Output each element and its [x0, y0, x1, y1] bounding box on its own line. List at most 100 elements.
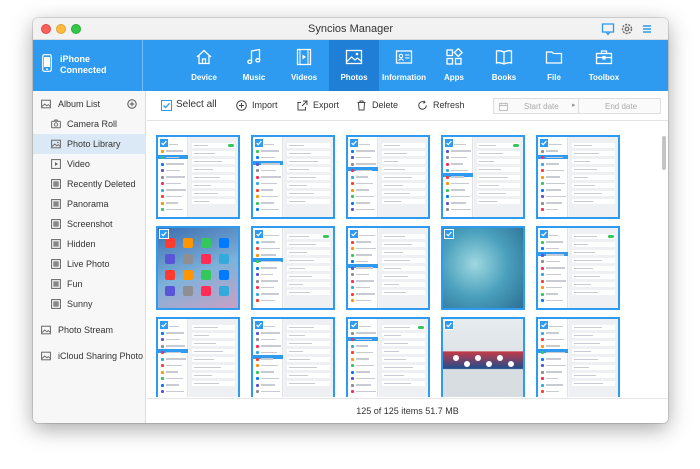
photo-checkbox[interactable]: [254, 138, 264, 148]
nav-file[interactable]: File: [529, 40, 579, 91]
settings-icon-preview: [161, 208, 164, 211]
calendar-icon: [499, 102, 508, 111]
photo-thumbnail[interactable]: [536, 317, 620, 397]
nav-toolbox-label: Toolbox: [588, 73, 620, 82]
text-line-preview: [574, 335, 593, 337]
nav-music[interactable]: Music: [229, 40, 279, 91]
text-line-preview: [479, 201, 497, 203]
add-album-icon[interactable]: [127, 99, 137, 109]
text-line-preview: [289, 252, 307, 254]
app-icon-preview: [201, 286, 211, 296]
photo-checkbox[interactable]: [159, 320, 169, 330]
text-line-preview: [194, 153, 215, 155]
sidebar-item-sunny[interactable]: Sunny: [33, 294, 146, 314]
text-line-preview: [546, 260, 560, 262]
text-line-preview: [384, 161, 398, 163]
settings-icon-preview: [351, 156, 354, 159]
feedback-icon[interactable]: [601, 22, 615, 36]
text-line-preview: [356, 390, 376, 392]
text-line-preview: [289, 169, 309, 171]
nav-videos[interactable]: Videos: [279, 40, 329, 91]
photo-checkbox[interactable]: [539, 229, 549, 239]
nav-books[interactable]: Books: [479, 40, 529, 91]
sidebar-item-label: Panorama: [67, 199, 109, 209]
text-line-preview: [356, 150, 375, 152]
sidebar-item-hidden[interactable]: Hidden: [33, 234, 146, 254]
text-line-preview: [289, 177, 316, 179]
photo-thumbnail[interactable]: [346, 226, 430, 310]
vertical-scrollbar[interactable]: [662, 136, 666, 170]
text-line-preview: [546, 273, 561, 275]
photo-thumbnail[interactable]: [251, 135, 335, 219]
text-line-preview: [166, 338, 180, 340]
photo-checkbox[interactable]: [254, 320, 264, 330]
phone-icon: [42, 54, 52, 72]
nav-information[interactable]: Information: [379, 40, 429, 91]
photo-checkbox[interactable]: [444, 320, 454, 330]
text-line-preview: [356, 364, 374, 366]
settings-icon-preview: [351, 195, 354, 198]
photo-thumbnail[interactable]: [251, 226, 335, 310]
date-range-separator-icon: ▸: [572, 102, 576, 109]
sidebar-icloud-sharing[interactable]: iCloud Sharing Photo: [33, 346, 146, 366]
settings-icon-preview: [161, 338, 164, 341]
end-date-picker[interactable]: End date: [579, 98, 661, 114]
photo-thumbnail[interactable]: [346, 135, 430, 219]
text-line-preview: [261, 195, 278, 197]
photo-checkbox[interactable]: [539, 320, 549, 330]
photo-checkbox[interactable]: [349, 229, 359, 239]
photo-checkbox[interactable]: [159, 138, 169, 148]
decoration-preview: [464, 361, 470, 367]
photo-thumbnail[interactable]: [441, 226, 525, 310]
nav-device[interactable]: Device: [179, 40, 229, 91]
settings-icon-preview: [541, 260, 544, 263]
text-line-preview: [384, 359, 406, 361]
photo-checkbox[interactable]: [539, 138, 549, 148]
photo-checkbox[interactable]: [444, 229, 454, 239]
window-title: Syncios Manager: [308, 23, 393, 35]
sidebar-item-camera-roll[interactable]: Camera Roll: [33, 114, 146, 134]
text-line-preview: [289, 284, 303, 286]
text-line-preview: [546, 390, 559, 392]
text-line-preview: [384, 383, 411, 385]
sidebar-item-photo-library[interactable]: Photo Library: [33, 134, 146, 154]
settings-icon-preview: [351, 162, 354, 166]
checkmark-icon: [161, 140, 167, 146]
text-line-preview: [384, 284, 399, 286]
photo-thumbnail[interactable]: [536, 135, 620, 219]
photo-thumbnail[interactable]: [346, 317, 430, 397]
photo-thumbnail[interactable]: [156, 226, 240, 310]
sidebar-item-screenshot[interactable]: Screenshot: [33, 214, 146, 234]
gear-icon[interactable]: [620, 22, 634, 36]
nav-toolbox[interactable]: Toolbox: [579, 40, 629, 91]
photo-thumbnail[interactable]: [156, 135, 240, 219]
settings-icon-preview: [541, 149, 544, 153]
menu-icon[interactable]: [640, 22, 654, 36]
start-date-picker[interactable]: Start date ▸: [493, 98, 579, 114]
checkmark-icon: [351, 231, 357, 237]
photo-checkbox[interactable]: [349, 320, 359, 330]
device-panel[interactable]: iPhone Connected: [33, 40, 143, 91]
photo-thumbnail[interactable]: [251, 317, 335, 397]
nav-photos[interactable]: Photos: [329, 40, 379, 91]
nav-apps[interactable]: Apps: [429, 40, 479, 91]
sidebar-item-recently-deleted[interactable]: Recently Deleted: [33, 174, 146, 194]
photo-checkbox[interactable]: [444, 138, 454, 148]
sidebar-item-video[interactable]: Video: [33, 154, 146, 174]
photo-thumbnail[interactable]: [536, 226, 620, 310]
app-icon-preview: [183, 238, 193, 248]
photo-checkbox[interactable]: [159, 229, 169, 239]
photo-thumbnail[interactable]: [441, 317, 525, 397]
sidebar-photo-stream[interactable]: Photo Stream: [33, 320, 146, 340]
photo-thumbnail[interactable]: [156, 317, 240, 397]
settings-icon-preview: [256, 260, 259, 263]
start-date-placeholder: Start date: [524, 102, 559, 111]
album-list-header[interactable]: Album List: [33, 94, 146, 114]
sidebar-item-fun[interactable]: Fun: [33, 274, 146, 294]
sidebar-item-live-photo[interactable]: Live Photo: [33, 254, 146, 274]
photo-checkbox[interactable]: [254, 229, 264, 239]
photo-checkbox[interactable]: [349, 138, 359, 148]
sidebar-item-panorama[interactable]: Panorama: [33, 194, 146, 214]
text-line-preview: [384, 375, 404, 377]
photo-thumbnail[interactable]: [441, 135, 525, 219]
